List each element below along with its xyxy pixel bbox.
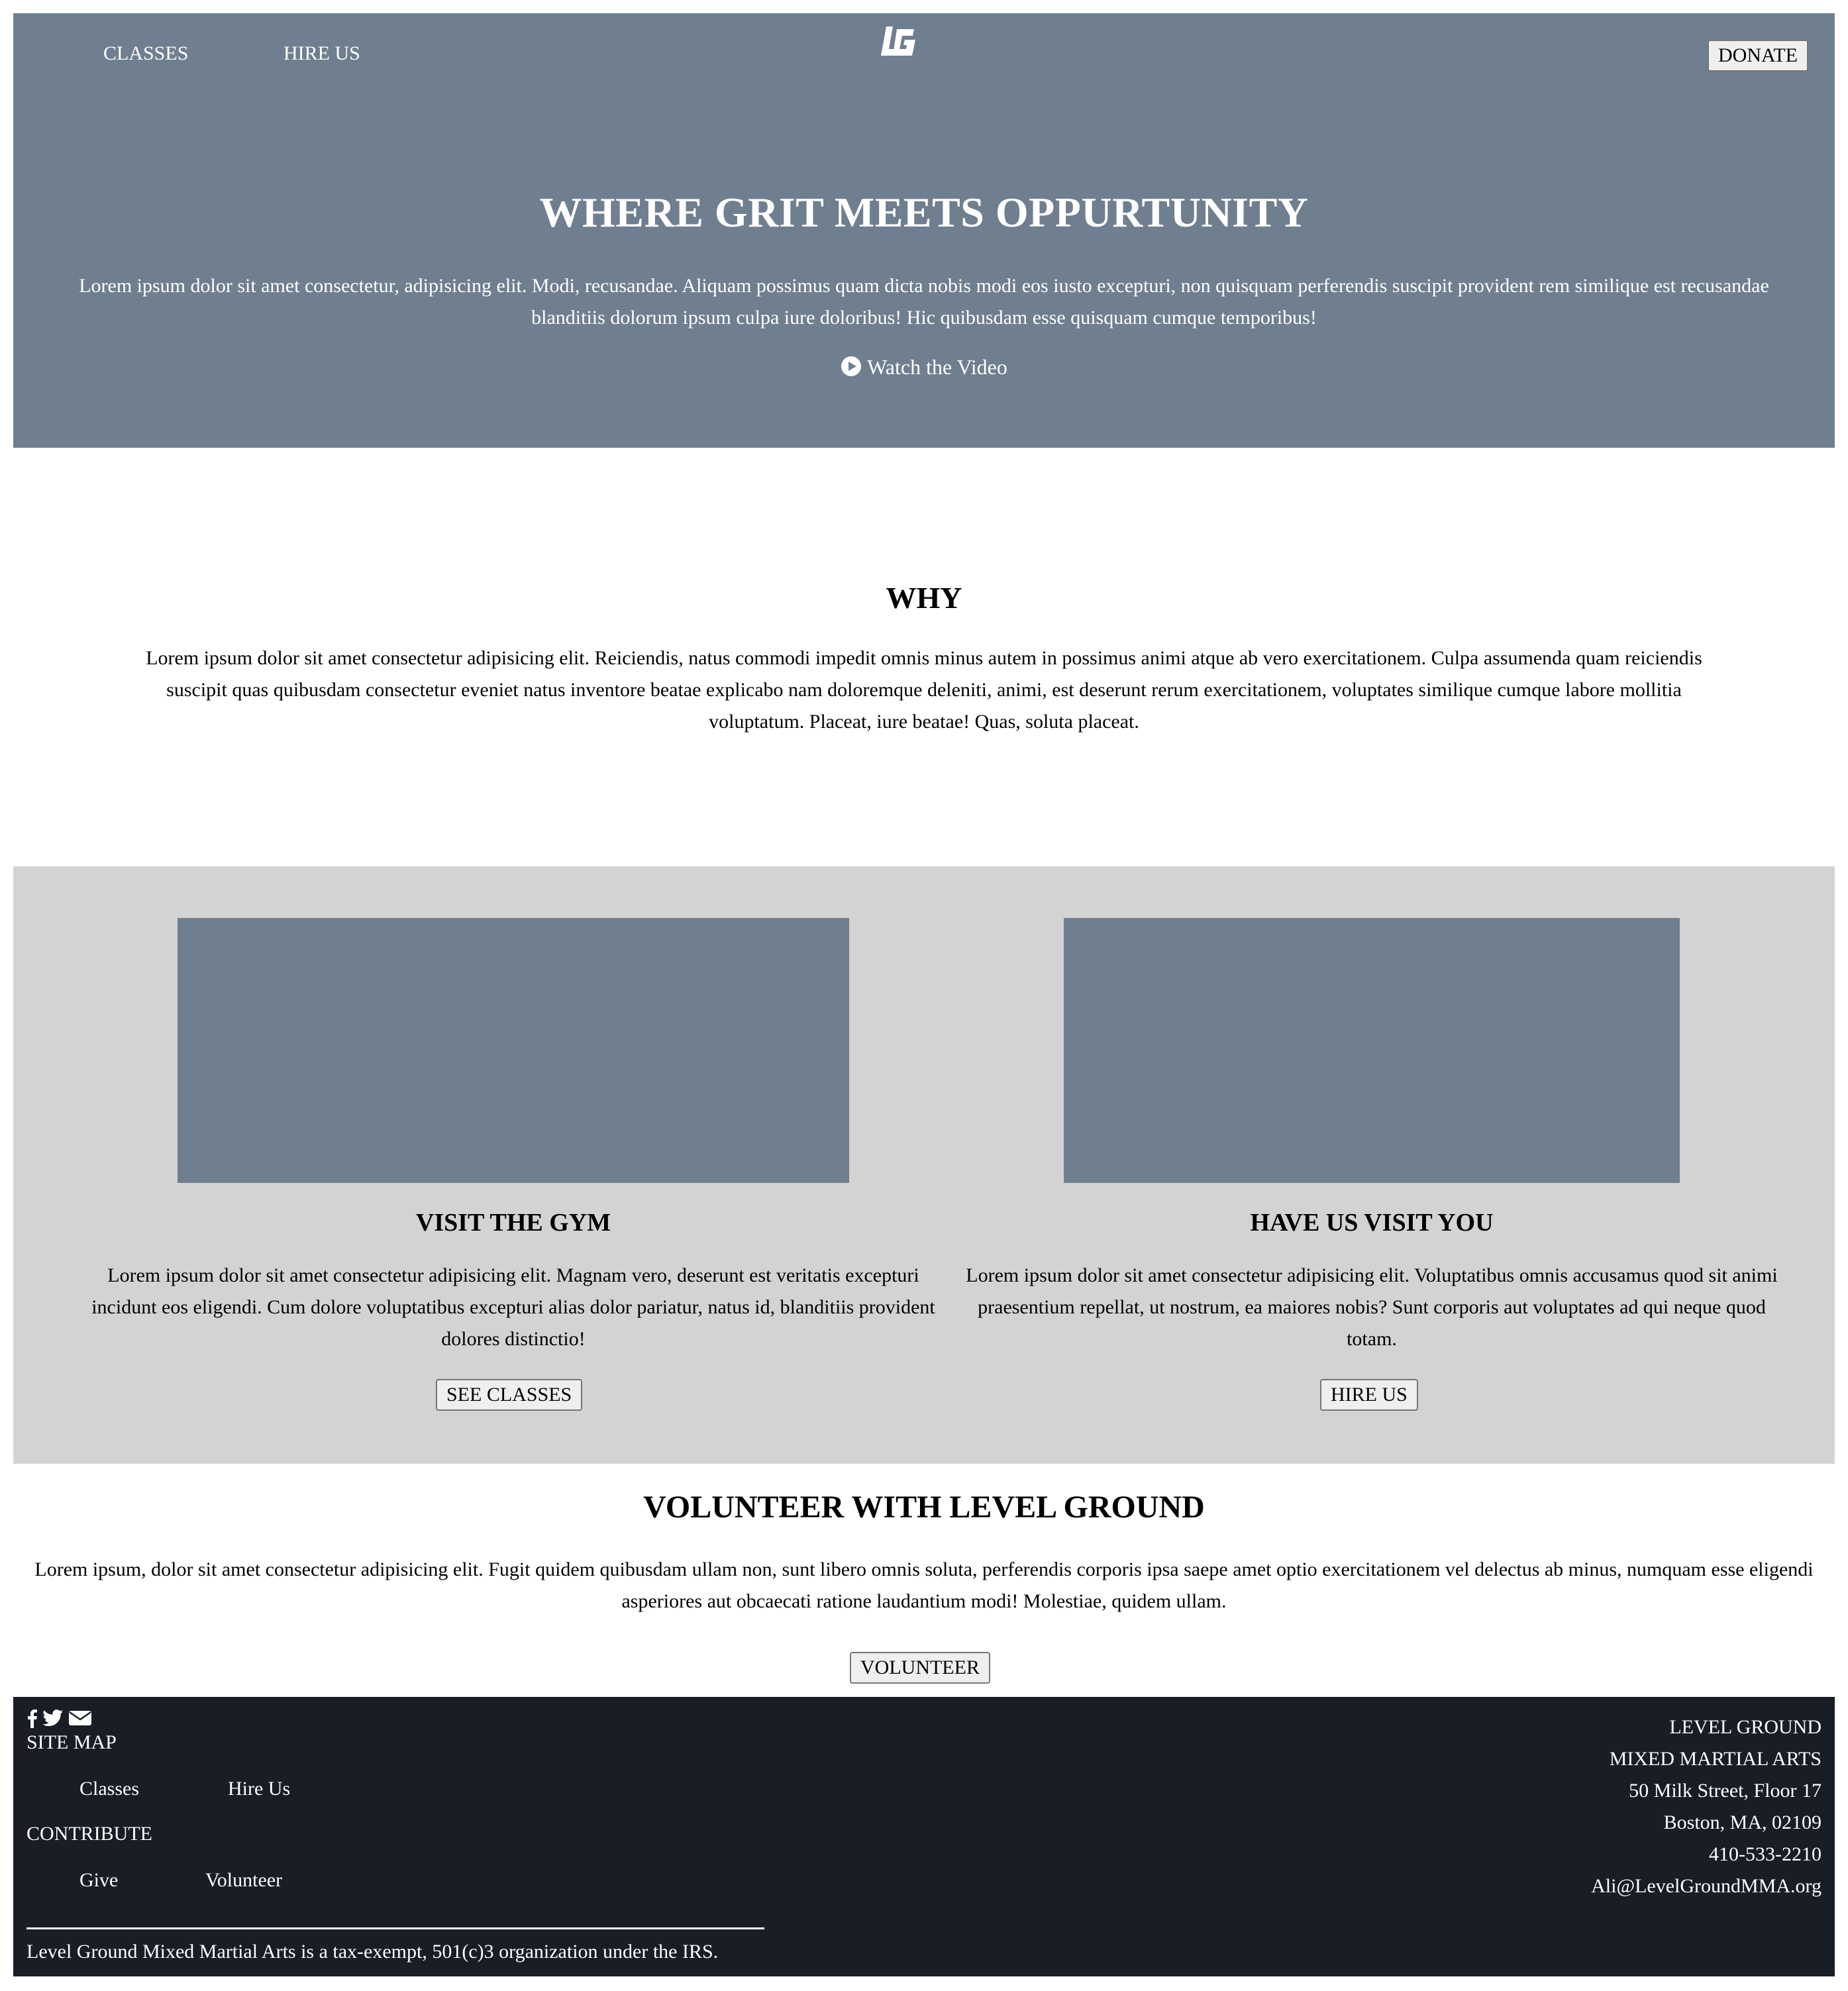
hire-us-button[interactable]: HIRE US [1320,1379,1418,1411]
twitter-icon[interactable] [42,1709,64,1733]
email-address[interactable]: Ali@LevelGroundMMA.org [1591,1870,1822,1902]
lg-logo[interactable]: LG [877,20,923,66]
street-address: 50 Milk Street, Floor 17 [1629,1780,1822,1802]
see-classes-button[interactable]: SEE CLASSES [436,1379,583,1411]
legal-notice: Level Ground Mixed Martial Arts is a tax… [26,1941,719,1963]
visit-image-placeholder [1064,918,1680,1183]
social-icons [26,1710,91,1731]
org-name-line1: LEVEL GROUND [1669,1716,1822,1738]
hero-section: CLASSES HIRE US LG DONATE WHERE GRIT MEE… [13,13,1835,448]
org-name-line2: MIXED MARTIAL ARTS [1609,1748,1822,1770]
footer-link-classes[interactable]: Classes [79,1778,139,1800]
nav-hire-us-link[interactable]: HIRE US [283,42,360,65]
phone-number[interactable]: 410-533-2210 [1591,1839,1822,1870]
play-circle-icon [841,356,862,376]
card-text-gym: Lorem ipsum dolor sit amet consectetur a… [91,1264,935,1350]
volunteer-title: VOLUNTEER WITH LEVEL GROUND [643,1490,1205,1525]
watch-video-link[interactable]: Watch the Video [13,355,1835,380]
volunteer-button[interactable]: VOLUNTEER [850,1652,990,1684]
why-text: Lorem ipsum dolor sit amet consectetur a… [146,647,1702,733]
hero-title: WHERE GRIT MEETS OPPURTUNITY [539,189,1309,236]
address-block: LEVEL GROUND MIXED MARTIAL ARTS 50 Milk … [1591,1711,1822,1902]
contribute-heading: CONTRIBUTE [26,1823,152,1845]
city-address: Boston, MA, 02109 [1663,1812,1822,1833]
donate-button[interactable]: DONATE [1708,40,1808,72]
card-title-gym: VISIT THE GYM [415,1209,611,1237]
card-text-visit: Lorem ipsum dolor sit amet consectetur a… [966,1264,1778,1350]
site-map-heading: SITE MAP [26,1731,117,1753]
nav-classes-link[interactable]: CLASSES [103,42,188,65]
features-section: VISIT THE GYM Lorem ipsum dolor sit amet… [13,866,1835,1464]
card-title-visit: HAVE US VISIT YOU [1250,1209,1494,1237]
facebook-icon[interactable] [26,1708,37,1733]
why-title: WHY [886,581,962,615]
footer: SITE MAP Classes Hire Us CONTRIBUTE Give… [13,1697,1835,1976]
footer-link-volunteer[interactable]: Volunteer [205,1869,282,1892]
gym-image-placeholder [178,918,849,1183]
footer-divider [26,1927,764,1929]
footer-link-hire-us[interactable]: Hire Us [228,1778,290,1800]
watch-video-label: Watch the Video [867,355,1007,379]
hero-text: Lorem ipsum dolor sit amet consectetur, … [79,275,1769,329]
envelope-icon[interactable] [69,1710,91,1732]
volunteer-text: Lorem ipsum, dolor sit amet consectetur … [34,1558,1814,1612]
footer-link-give[interactable]: Give [79,1869,118,1892]
